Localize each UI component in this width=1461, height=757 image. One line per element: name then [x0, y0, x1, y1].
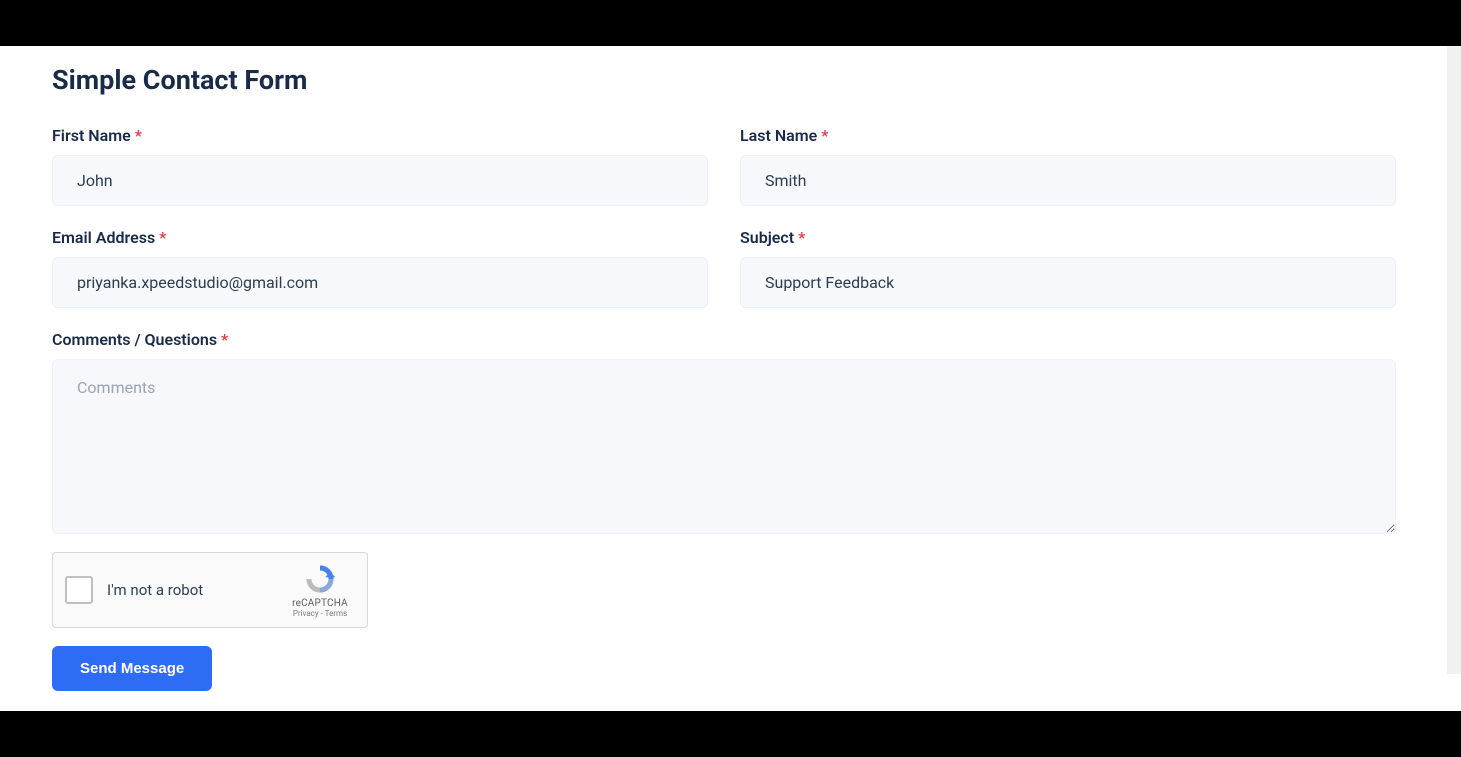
comments-group: Comments / Questions * [52, 330, 1396, 538]
main-container: Simple Contact Form First Name * Last Na… [0, 46, 1448, 711]
required-star: * [135, 126, 142, 145]
subject-input[interactable] [740, 257, 1396, 308]
required-star: * [221, 330, 228, 349]
recaptcha-checkbox[interactable] [65, 576, 93, 604]
subject-label-text: Subject [740, 228, 794, 247]
last-name-group: Last Name * [740, 126, 1396, 206]
email-label-text: Email Address [52, 228, 155, 247]
last-name-label: Last Name * [740, 126, 1396, 145]
subject-group: Subject * [740, 228, 1396, 308]
first-name-label: First Name * [52, 126, 708, 145]
email-label: Email Address * [52, 228, 708, 247]
last-name-input[interactable] [740, 155, 1396, 206]
comments-label-text: Comments / Questions [52, 330, 217, 349]
recaptcha-label: I'm not a robot [107, 581, 285, 599]
first-name-input[interactable] [52, 155, 708, 206]
comments-label: Comments / Questions * [52, 330, 1396, 349]
form-row-1: First Name * Last Name * [52, 126, 1396, 206]
last-name-label-text: Last Name [740, 126, 817, 145]
recaptcha-brand: reCAPTCHA [285, 598, 355, 609]
first-name-label-text: First Name [52, 126, 131, 145]
subject-label: Subject * [740, 228, 1396, 247]
recaptcha-logo-section: reCAPTCHA Privacy - Terms [285, 562, 355, 618]
email-group: Email Address * [52, 228, 708, 308]
recaptcha-links[interactable]: Privacy - Terms [285, 609, 355, 618]
send-message-button[interactable]: Send Message [52, 646, 212, 691]
email-input[interactable] [52, 257, 708, 308]
page-title: Simple Contact Form [52, 64, 1396, 96]
required-star: * [821, 126, 828, 145]
top-bar [0, 0, 1461, 46]
form-row-2: Email Address * Subject * [52, 228, 1396, 308]
scrollbar-track[interactable] [1447, 46, 1461, 674]
recaptcha-widget: I'm not a robot reCAPTCHA Privacy - Term… [52, 552, 368, 628]
required-star: * [159, 228, 166, 247]
comments-textarea[interactable] [52, 359, 1396, 534]
required-star: * [798, 228, 805, 247]
first-name-group: First Name * [52, 126, 708, 206]
recaptcha-icon [303, 562, 337, 596]
bottom-bar [0, 711, 1461, 757]
